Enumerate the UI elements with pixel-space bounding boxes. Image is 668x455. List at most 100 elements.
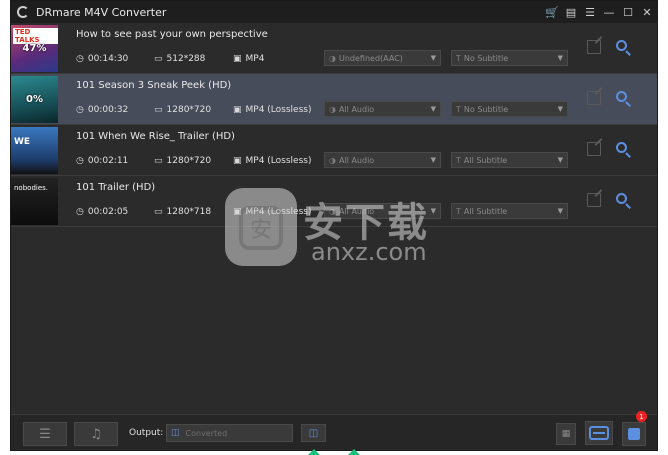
duration: ◷ 00:02:05	[76, 207, 128, 217]
audio-value: All Audio	[338, 206, 375, 216]
folder-icon: ◫	[171, 428, 180, 438]
file-icon: ▣	[233, 105, 242, 115]
chevron-down-icon: ▼	[557, 105, 563, 113]
history-icon	[628, 428, 640, 440]
duration: ◷ 00:00:32	[76, 105, 128, 115]
monitor-icon: ▭	[154, 156, 163, 166]
monitor-icon: ▭	[154, 207, 163, 217]
video-row[interactable]: nobodies. 101 Trailer (HD) ◷ 00:02:05 ▭ 12…	[11, 176, 657, 227]
file-icon: ▣	[233, 54, 242, 64]
close-icon[interactable]: ✕	[641, 6, 653, 18]
edit-icon[interactable]	[587, 40, 601, 54]
video-row[interactable]: TED TALKS 47% How to see past your own p…	[11, 23, 657, 74]
video-title: How to see past your own perspective	[76, 29, 268, 40]
audio-value: Undefined(AAC)	[338, 53, 403, 63]
format-value: MP4 (Lossless)	[245, 105, 312, 115]
video-thumbnail: 0%	[11, 76, 58, 123]
maximize-icon[interactable]: ☐	[622, 6, 634, 18]
duration: ◷ 00:14:30	[76, 54, 128, 64]
thumbnail-logo: WE	[14, 137, 31, 147]
video-thumbnail: nobodies.	[11, 178, 58, 225]
file-icon: ▣	[233, 207, 242, 217]
edit-icon[interactable]	[587, 142, 601, 156]
duration-value: 00:02:05	[87, 207, 129, 217]
format-value: MP4	[245, 54, 265, 64]
clock-icon: ◷	[76, 156, 84, 166]
video-title: 101 When We Rise_ Trailer (HD)	[76, 131, 235, 142]
video-row[interactable]: WE 101 When We Rise_ Trailer (HD) ◷ 00:02…	[11, 125, 657, 176]
duration-value: 00:02:11	[87, 156, 129, 166]
video-thumbnail: WE	[11, 127, 58, 174]
video-thumbnail: TED TALKS 47%	[11, 25, 58, 72]
subtitle-select[interactable]: T All Subtitle ▼	[451, 203, 568, 219]
monitor-icon: ▭	[154, 105, 163, 115]
chevron-down-icon: ▼	[430, 105, 436, 113]
format: ▣ MP4 (Lossless)	[233, 207, 311, 217]
format: ▣ MP4 (Lossless)	[233, 105, 311, 115]
resolution-value: 1280*720	[166, 156, 212, 166]
history-button[interactable]	[622, 422, 646, 446]
duration: ◷ 00:02:11	[76, 156, 128, 166]
decoration-triangle	[308, 449, 320, 455]
clock-icon: ◷	[76, 207, 84, 217]
resolution: ▭ 512*288	[154, 54, 205, 64]
search-icon[interactable]	[614, 38, 632, 56]
edit-icon[interactable]	[587, 91, 601, 105]
subtitle-select[interactable]: T All Subtitle ▼	[451, 152, 568, 168]
title-bar: DRmare M4V Converter 🛒 ▤ ☰ — ☐ ✕	[11, 1, 657, 23]
bottom-toolbar: ☰ ♫ Output: ◫ Converted ◫ ▦ 1	[11, 411, 657, 450]
format-settings-icon[interactable]: ▦	[556, 423, 576, 445]
search-icon[interactable]	[614, 191, 632, 209]
subtitle-icon: T	[456, 155, 461, 165]
video-row[interactable]: 0% 101 Season 3 Sneak Peek (HD) ◷ 00:00:3…	[11, 74, 657, 125]
search-icon[interactable]	[614, 89, 632, 107]
format: ▣ MP4	[233, 54, 264, 64]
search-icon[interactable]	[614, 140, 632, 158]
register-icon[interactable]: ▤	[565, 6, 577, 18]
output-path-field[interactable]: ◫ Converted	[166, 424, 293, 442]
history-badge: 1	[636, 411, 647, 422]
video-title: 101 Trailer (HD)	[76, 182, 156, 193]
subtitle-icon: T	[456, 104, 461, 114]
thumbnail-logo: TED TALKS	[13, 28, 58, 44]
chevron-down-icon: ▼	[430, 54, 436, 62]
browse-folder-icon[interactable]: ◫	[301, 424, 326, 442]
window-controls: 🛒 ▤ ☰ — ☐ ✕	[545, 1, 653, 23]
resolution-value: 1280*720	[166, 105, 212, 115]
audio-select[interactable]: ◑ All Audio ▼	[324, 203, 441, 219]
audio-icon: ◑	[329, 206, 336, 216]
add-files-icon[interactable]: ☰	[23, 422, 67, 446]
audio-select[interactable]: ◑ All Audio ▼	[324, 152, 441, 168]
chevron-down-icon: ▼	[557, 54, 563, 62]
thumbnail-logo: nobodies.	[14, 184, 49, 192]
monitor-icon: ▭	[154, 54, 163, 64]
audio-select[interactable]: ◑ Undefined(AAC) ▼	[324, 50, 441, 66]
audio-value: All Audio	[338, 104, 375, 114]
convert-button[interactable]	[585, 421, 613, 445]
minimize-icon[interactable]: —	[603, 6, 615, 18]
subtitle-icon: T	[456, 206, 461, 216]
progress-percent: 47%	[22, 43, 47, 54]
edit-icon[interactable]	[587, 193, 601, 207]
chevron-down-icon: ▼	[430, 207, 436, 215]
resolution-value: 512*288	[166, 54, 206, 64]
menu-icon[interactable]: ☰	[584, 6, 596, 18]
format-value: MP4 (Lossless)	[245, 207, 312, 217]
subtitle-select[interactable]: T No Subtitle ▼	[451, 101, 568, 117]
format: ▣ MP4 (Lossless)	[233, 156, 311, 166]
add-audio-icon[interactable]: ♫	[74, 422, 118, 446]
output-label: Output:	[129, 428, 164, 438]
app-logo-icon	[17, 6, 29, 18]
subtitle-value: No Subtitle	[463, 104, 509, 114]
cart-icon[interactable]: 🛒	[545, 6, 559, 18]
output-path-value: Converted	[185, 428, 228, 438]
resolution-value: 1280*718	[166, 207, 212, 217]
progress-percent: 0%	[26, 94, 43, 105]
file-icon: ▣	[233, 156, 242, 166]
subtitle-select[interactable]: T No Subtitle ▼	[451, 50, 568, 66]
decoration-triangle	[348, 449, 360, 455]
subtitle-icon: T	[456, 53, 461, 63]
audio-select[interactable]: ◑ All Audio ▼	[324, 101, 441, 117]
format-value: MP4 (Lossless)	[245, 156, 312, 166]
subtitle-value: All Subtitle	[463, 155, 508, 165]
